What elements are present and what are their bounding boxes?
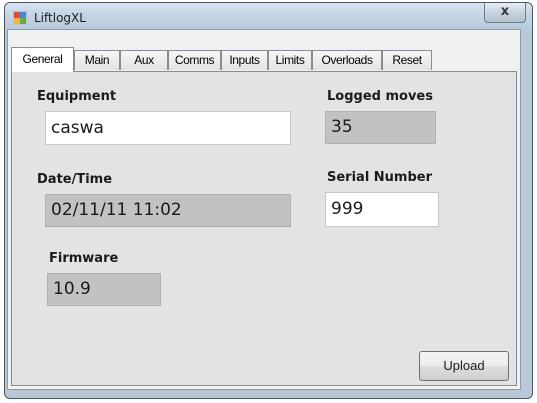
firmware-label: Firmware: [49, 251, 119, 266]
firmware-field: 10.9: [47, 273, 161, 306]
close-icon: x: [500, 4, 510, 19]
upload-button[interactable]: Upload: [419, 351, 509, 381]
tab-limits[interactable]: Limits: [268, 50, 312, 70]
date-time-label: Date/Time: [37, 172, 113, 187]
window-title: LiftlogXL: [34, 11, 86, 25]
equipment-field[interactable]: caswa: [45, 111, 291, 145]
date-time-field: 02/11/11 11:02: [45, 194, 291, 227]
app-grid-icon: [13, 11, 27, 25]
tab-general[interactable]: General: [11, 47, 74, 72]
logged-moves-label: Logged moves: [327, 89, 433, 104]
tab-inputs[interactable]: Inputs: [221, 50, 268, 70]
tab-comms[interactable]: Comms: [168, 50, 221, 70]
tab-reset[interactable]: Reset: [382, 50, 432, 70]
logged-moves-field: 35: [325, 111, 436, 144]
equipment-label: Equipment: [37, 89, 117, 104]
serial-number-field[interactable]: 999: [325, 192, 439, 227]
close-button[interactable]: x: [484, 3, 526, 23]
serial-number-label: Serial Number: [327, 170, 433, 185]
tab-aux[interactable]: Aux: [120, 50, 168, 70]
tab-main[interactable]: Main: [74, 50, 120, 70]
tab-overloads[interactable]: Overloads: [312, 50, 382, 70]
